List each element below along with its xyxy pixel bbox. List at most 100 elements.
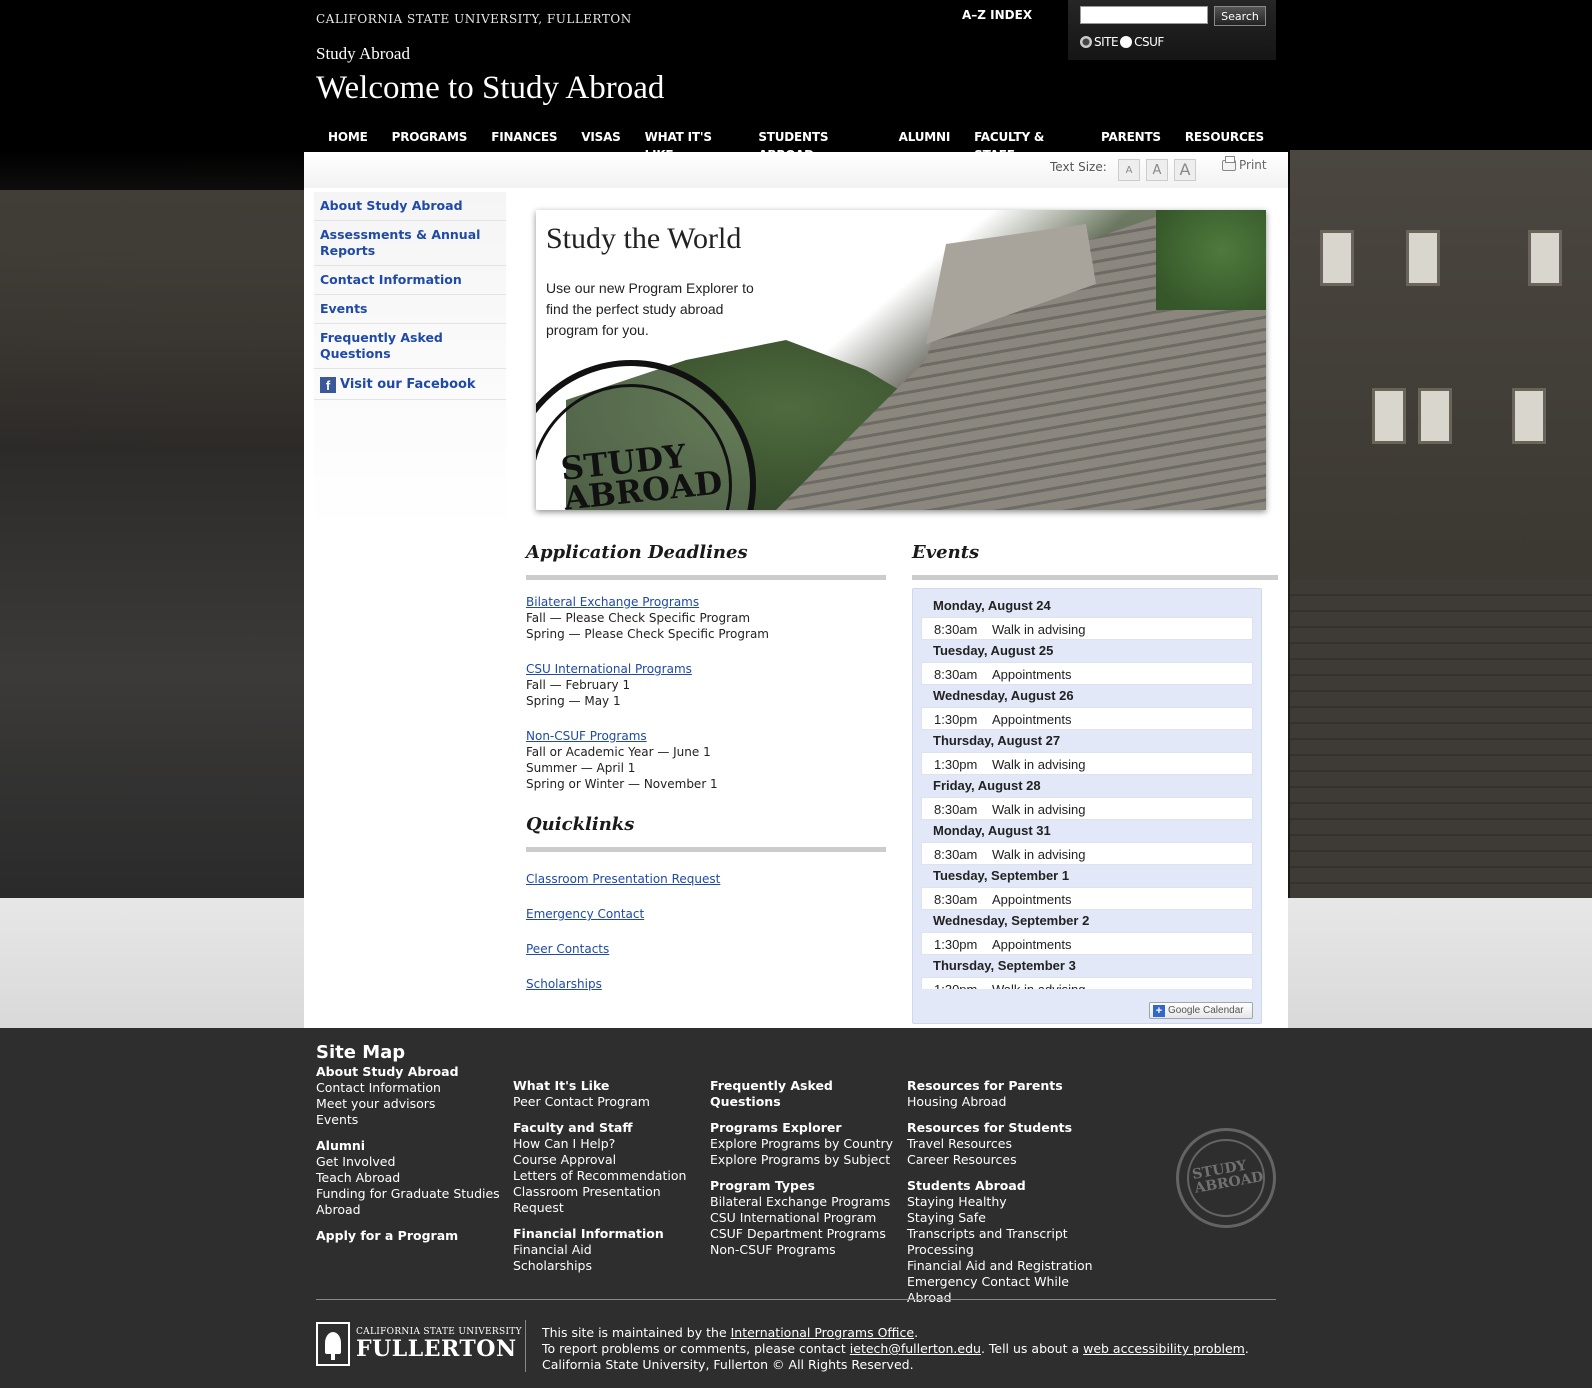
sidebar-item-faq[interactable]: Frequently Asked Questions <box>314 324 506 369</box>
university-name[interactable]: CALIFORNIA STATE UNIVERSITY, FULLERTON <box>316 12 632 26</box>
deadline-link[interactable]: CSU International Programs <box>526 662 692 676</box>
quicklink[interactable]: Emergency Contact <box>526 907 644 921</box>
sitemap-link[interactable]: Scholarships <box>513 1258 708 1274</box>
nav-programs[interactable]: PROGRAMS <box>380 128 480 150</box>
nav-alumni[interactable]: ALUMNI <box>887 128 963 150</box>
sitemap-link[interactable]: Explore Programs by Subject <box>710 1152 905 1168</box>
nav-what-its-like[interactable]: WHAT IT'S LIKE <box>633 128 747 162</box>
event-item[interactable]: 8:30am Walk in advising <box>921 617 1253 640</box>
site-footer: Site Map About Study Abroad Contact Infor… <box>316 1028 1276 1388</box>
deadline-line: Spring — Please Check Specific Program <box>526 627 769 641</box>
email-link[interactable]: ietech@fullerton.edu <box>850 1341 981 1356</box>
deadline-link[interactable]: Bilateral Exchange Programs <box>526 595 699 609</box>
search-input[interactable] <box>1080 6 1208 24</box>
sitemap-link[interactable]: Staying Safe <box>907 1210 1102 1226</box>
sitemap-link[interactable]: Housing Abroad <box>907 1094 1102 1110</box>
sitemap-link[interactable]: Classroom Presentation Request <box>513 1184 708 1216</box>
text-size-small[interactable]: A <box>1118 159 1140 181</box>
sitemap-link[interactable]: Financial Aid and Registration <box>907 1258 1102 1274</box>
sitemap-link[interactable]: Emergency Contact While Abroad <box>907 1274 1102 1306</box>
search-button[interactable]: Search <box>1214 6 1266 26</box>
nav-resources[interactable]: RESOURCES <box>1173 128 1276 150</box>
sitemap-link[interactable]: How Can I Help? <box>513 1136 708 1152</box>
event-item[interactable]: 1:30pmWalk in advising <box>921 752 1253 775</box>
sidebar-item-about[interactable]: About Study Abroad <box>314 192 506 221</box>
sitemap-group-title[interactable]: About Study Abroad <box>316 1064 511 1080</box>
sitemap-group-title[interactable]: Faculty and Staff <box>513 1120 708 1136</box>
sitemap-link[interactable]: Staying Healthy <box>907 1194 1102 1210</box>
radio-site[interactable] <box>1080 36 1092 48</box>
sitemap-group-title[interactable]: Alumni <box>316 1138 511 1154</box>
stamp-text: STUDY ABROAD <box>558 436 725 510</box>
google-calendar-button[interactable]: + Google Calendar <box>1149 1002 1253 1019</box>
sitemap-column: Frequently Asked Questions Programs Explo… <box>710 1078 905 1268</box>
accessibility-link[interactable]: web accessibility problem <box>1083 1341 1245 1356</box>
csuf-logo[interactable]: CALIFORNIA STATE UNIVERSITY FULLERTON <box>316 1322 522 1366</box>
sitemap-link[interactable]: Explore Programs by Country <box>710 1136 905 1152</box>
sitemap-group-title[interactable]: What It's Like <box>513 1078 708 1094</box>
sitemap-group-title[interactable]: Students Abroad <box>907 1178 1102 1194</box>
sitemap-link[interactable]: Non-CSUF Programs <box>710 1242 905 1258</box>
sitemap-group-title[interactable]: Apply for a Program <box>316 1228 511 1244</box>
print-button[interactable]: Print <box>1222 155 1267 172</box>
event-item[interactable]: 8:30am Walk in advising <box>921 797 1253 820</box>
sitemap-group-title[interactable]: Resources for Students <box>907 1120 1102 1136</box>
sitemap-group-title[interactable]: Program Types <box>710 1178 905 1194</box>
event-item[interactable]: 8:30am Walk in advising <box>921 842 1253 865</box>
quicklink[interactable]: Peer Contacts <box>526 942 609 956</box>
sitemap-link[interactable]: Transcripts and Transcript Processing <box>907 1226 1102 1258</box>
text-size-medium[interactable]: A <box>1146 159 1168 181</box>
sitemap-link[interactable]: Peer Contact Program <box>513 1094 708 1110</box>
nav-finances[interactable]: FINANCES <box>479 128 569 150</box>
sitemap-link[interactable]: Career Resources <box>907 1152 1102 1168</box>
radio-csuf[interactable] <box>1120 36 1133 48</box>
nav-parents[interactable]: PARENTS <box>1089 128 1173 150</box>
sitemap-link[interactable]: Funding for Graduate Studies Abroad <box>316 1186 511 1218</box>
event-item[interactable]: 8:30am Appointments <box>921 662 1253 685</box>
sitemap-group-title[interactable]: Programs Explorer <box>710 1120 905 1136</box>
text-size-large[interactable]: A <box>1174 159 1196 181</box>
event-time: 8:30am <box>934 892 978 907</box>
nav-faculty-staff[interactable]: FACULTY & STAFF <box>962 128 1089 162</box>
az-index-link[interactable]: A–Z INDEX <box>962 8 1032 22</box>
sitemap-group: Frequently Asked Questions <box>710 1078 905 1110</box>
event-item[interactable]: 1:30pmWalk in advising <box>921 977 1253 989</box>
sidebar-item-assessments[interactable]: Assessments & Annual Reports <box>314 221 506 266</box>
sitemap-link[interactable]: Bilateral Exchange Programs <box>710 1194 905 1210</box>
sitemap-link[interactable]: Letters of Recommendation <box>513 1168 708 1184</box>
sitemap-group-title[interactable]: Financial Information <box>513 1226 708 1242</box>
sitemap-link[interactable]: Get Involved <box>316 1154 511 1170</box>
event-item[interactable]: 8:30am Appointments <box>921 887 1253 910</box>
sidebar-item-events[interactable]: Events <box>314 295 506 324</box>
sitemap-link[interactable]: Contact Information <box>316 1080 511 1096</box>
sitemap-link[interactable]: CSU International Program <box>710 1210 905 1226</box>
sitemap-link[interactable]: Financial Aid <box>513 1242 708 1258</box>
deadline-link[interactable]: Non-CSUF Programs <box>526 729 647 743</box>
site-subtitle[interactable]: Study Abroad <box>316 44 410 64</box>
nav-visas[interactable]: VISAS <box>569 128 632 150</box>
deadline-line: Fall — Please Check Specific Program <box>526 611 751 625</box>
hero-text: Use our new Program Explorer to find the… <box>546 280 754 338</box>
event-item[interactable]: 1:30pm Appointments <box>921 707 1253 730</box>
hero-banner[interactable]: STUDY ABROAD Study the World Use our new… <box>536 210 1266 510</box>
sitemap-group-title[interactable]: Resources for Parents <box>907 1078 1102 1094</box>
nav-home[interactable]: HOME <box>316 128 380 150</box>
sitemap-link[interactable]: Teach Abroad <box>316 1170 511 1186</box>
quicklink[interactable]: Scholarships <box>526 977 602 991</box>
background-river <box>0 450 305 898</box>
sitemap-link[interactable]: Course Approval <box>513 1152 708 1168</box>
sidebar-item-facebook[interactable]: f Visit our Facebook <box>314 369 506 400</box>
sitemap-link[interactable]: Travel Resources <box>907 1136 1102 1152</box>
sitemap-link[interactable]: Meet your advisors <box>316 1096 511 1112</box>
sitemap-link[interactable]: CSUF Department Programs <box>710 1226 905 1242</box>
deadline-line: Summer — April 1 <box>526 761 636 775</box>
sidebar-item-contact[interactable]: Contact Information <box>314 266 506 295</box>
event-item[interactable]: 1:30pm Appointments <box>921 932 1253 955</box>
sitemap-group: Programs Explorer Explore Programs by Cou… <box>710 1120 905 1168</box>
events-list[interactable]: Monday, August 24 8:30am Walk in advising T… <box>921 595 1253 989</box>
sitemap-link[interactable]: Events <box>316 1112 511 1128</box>
sitemap-group-title[interactable]: Frequently Asked Questions <box>710 1078 905 1110</box>
international-programs-link[interactable]: International Programs Office <box>731 1325 914 1340</box>
nav-students-abroad[interactable]: STUDENTS ABROAD <box>746 128 886 162</box>
quicklink[interactable]: Classroom Presentation Request <box>526 872 720 886</box>
